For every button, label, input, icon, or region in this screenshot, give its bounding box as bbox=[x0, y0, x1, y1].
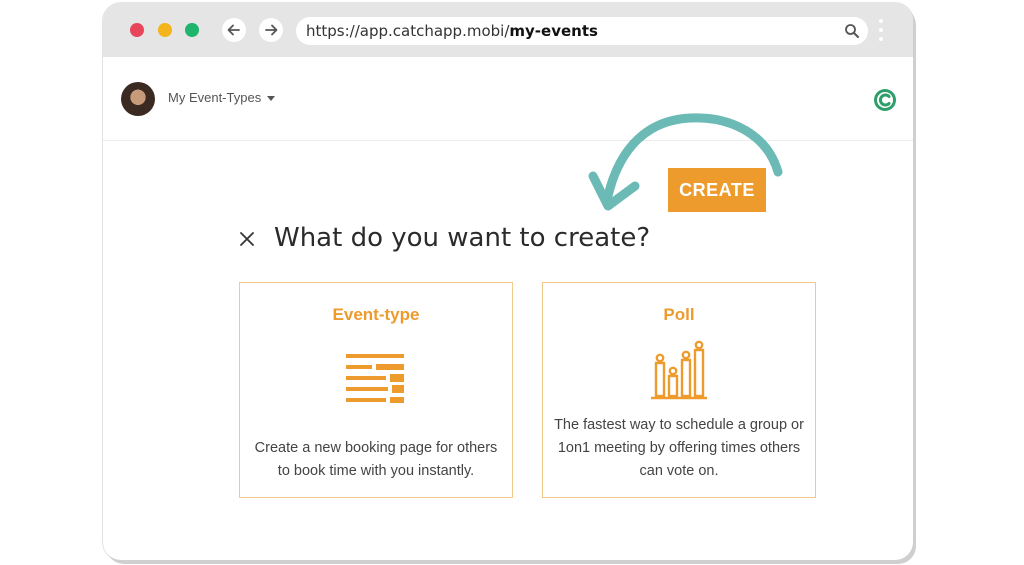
event-types-label: My Event-Types bbox=[168, 90, 262, 105]
poll-bars-icon bbox=[651, 340, 707, 400]
back-button[interactable] bbox=[222, 18, 246, 42]
close-icon[interactable] bbox=[238, 230, 256, 248]
list-icon bbox=[346, 354, 404, 403]
poll-card-description: The fastest way to schedule a group or 1… bbox=[554, 417, 804, 479]
event-type-card[interactable]: Event-type Create a new booking page for… bbox=[239, 282, 513, 498]
url-prefix: https://app.catchapp.mobi/ bbox=[306, 22, 510, 40]
close-window-dot[interactable] bbox=[130, 23, 144, 37]
arrow-right-icon bbox=[265, 24, 278, 36]
dialog-title: What do you want to create? bbox=[274, 223, 651, 253]
event-types-dropdown[interactable]: My Event-Types bbox=[168, 90, 276, 105]
create-button[interactable]: CREATE bbox=[668, 168, 766, 212]
browser-menu-icon[interactable] bbox=[879, 19, 883, 46]
minimize-window-dot[interactable] bbox=[158, 23, 172, 37]
event-type-card-title: Event-type bbox=[332, 305, 420, 324]
browser-titlebar: https://app.catchapp.mobi/my-events bbox=[103, 3, 913, 57]
address-bar[interactable]: https://app.catchapp.mobi/my-events bbox=[296, 17, 868, 45]
caret-down-icon bbox=[267, 96, 276, 101]
url-path: my-events bbox=[509, 22, 598, 40]
poll-card-title: Poll bbox=[663, 305, 695, 324]
arrow-left-icon bbox=[227, 24, 240, 36]
search-icon[interactable] bbox=[844, 23, 860, 39]
catchapp-logo-icon bbox=[874, 89, 896, 111]
event-type-card-description: Create a new booking page for others to … bbox=[254, 440, 498, 479]
poll-card[interactable]: Poll The fastest way to schedule a group… bbox=[542, 282, 816, 498]
forward-button[interactable] bbox=[259, 18, 283, 42]
avatar[interactable] bbox=[121, 82, 155, 116]
maximize-window-dot[interactable] bbox=[185, 23, 199, 37]
